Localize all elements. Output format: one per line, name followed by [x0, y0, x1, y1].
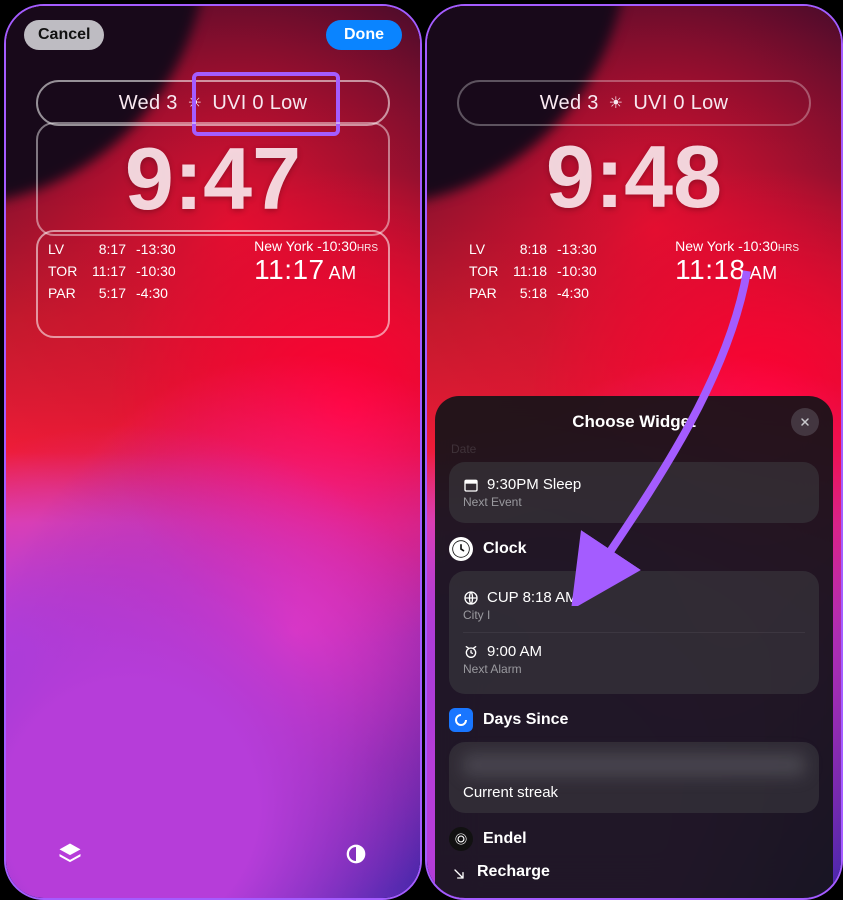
clock-time: 9:48 — [546, 133, 722, 221]
clock-section-header: Clock — [449, 537, 819, 561]
clock: 9:48 — [457, 122, 811, 232]
clock-slot[interactable]: 9:47 — [36, 122, 390, 236]
uvi-label: UVI 0 Low — [633, 92, 728, 115]
city-line: CUP 8:18 AM — [487, 589, 578, 606]
clock-widgets-card: CUP 8:18 AM City I 9:00 AM Next Alarm — [449, 571, 819, 694]
world-clock-large: New York -10:30HRS 11:18AM — [663, 238, 799, 330]
recharge-option[interactable]: Recharge — [449, 861, 819, 881]
alarm-line: 9:00 AM — [487, 643, 542, 660]
arrow-down-right-icon — [451, 866, 467, 882]
widgets-row-slot[interactable]: LV8:17-13:30 TOR11:17-10:30 PAR5:17-4:30… — [36, 230, 390, 338]
layers-icon[interactable] — [52, 836, 88, 872]
sun-icon: ☀︎ — [188, 93, 203, 113]
city-sub: City I — [463, 608, 805, 622]
editor-topbar: Cancel Done — [6, 20, 420, 50]
sun-icon: ☀︎ — [609, 93, 624, 113]
date-label: Wed 3 — [119, 92, 178, 115]
date-widget[interactable]: Wed 3 ☀︎ UVI 0 Low — [457, 80, 811, 126]
city-widget-option[interactable]: CUP 8:18 AM City I — [463, 583, 805, 628]
date-widget-slot[interactable]: Wed 3 ☀︎ UVI 0 Low — [36, 80, 390, 126]
globe-icon — [463, 590, 479, 606]
phone-right: Wed 3 ☀︎ UVI 0 Low 9:48 LV8:18-13:30 TOR… — [425, 4, 843, 900]
alarm-sub: Next Alarm — [463, 662, 805, 676]
days-since-sub: Current streak — [463, 784, 805, 801]
next-event-line: 9:30PM Sleep — [487, 476, 581, 493]
appearance-icon[interactable] — [338, 836, 374, 872]
endel-header: Endel — [449, 827, 819, 851]
uvi-label: UVI 0 Low — [212, 92, 307, 115]
world-clock-large: New York -10:30HRS 11:17AM — [242, 238, 378, 330]
choose-widget-sheet: Choose Widget Date 9:30PM Sleep Next Eve… — [435, 396, 833, 898]
calendar-icon — [463, 477, 479, 493]
world-clock-small: LV8:18-13:30 TOR11:18-10:30 PAR5:18-4:30 — [469, 238, 597, 330]
next-event-sub: Next Event — [463, 495, 805, 509]
cancel-button[interactable]: Cancel — [24, 20, 104, 50]
world-clock-small: LV8:17-13:30 TOR11:17-10:30 PAR5:17-4:30 — [48, 238, 176, 330]
close-icon[interactable] — [791, 408, 819, 436]
alarm-icon — [463, 644, 479, 660]
date-label: Wed 3 — [540, 92, 599, 115]
next-event-widget[interactable]: 9:30PM Sleep Next Event — [449, 462, 819, 523]
clock-app-icon — [449, 537, 473, 561]
section-partial-label: Date — [449, 442, 819, 456]
sheet-title: Choose Widget — [435, 396, 833, 442]
done-button[interactable]: Done — [326, 20, 402, 50]
next-alarm-option[interactable]: 9:00 AM Next Alarm — [463, 632, 805, 682]
phone-left: Cancel Done Wed 3 ☀︎ UVI 0 Low 9:47 LV8:… — [4, 4, 422, 900]
redacted-content — [463, 754, 805, 776]
days-since-app-icon — [449, 708, 473, 732]
widgets-row: LV8:18-13:30 TOR11:18-10:30 PAR5:18-4:30… — [457, 230, 811, 338]
days-since-header: Days Since — [449, 708, 819, 732]
endel-app-icon — [449, 827, 473, 851]
clock-time: 9:47 — [125, 135, 301, 223]
days-since-card[interactable]: Current streak — [449, 742, 819, 813]
